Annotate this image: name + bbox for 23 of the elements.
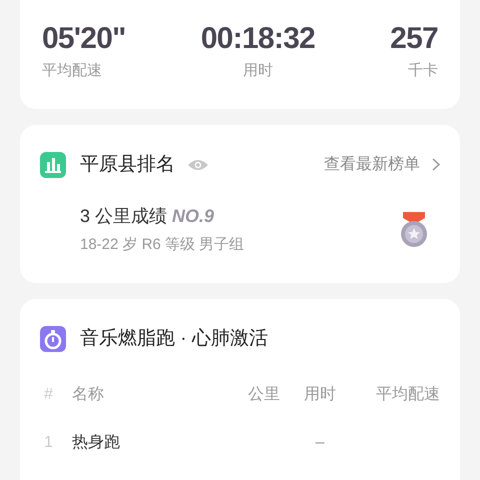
chevron-right-icon: [432, 158, 440, 172]
leaderboard-link[interactable]: 查看最新榜单: [324, 152, 440, 177]
result-text: 3 公里成绩 NO.9: [80, 205, 216, 228]
column-header: 名称: [72, 386, 104, 403]
column-header: #: [44, 386, 53, 403]
group-text: 18-22 岁 R6 等级 男子组: [80, 235, 246, 255]
bar-chart-icon: [40, 152, 66, 178]
column-header: 公里: [248, 386, 280, 403]
eye-icon[interactable]: [187, 158, 209, 172]
segment-name: 热身跑: [72, 434, 120, 451]
stat-label: 平均配速: [42, 61, 102, 81]
stat-value: 00:18:32: [200, 22, 315, 56]
stat-label: 千卡: [408, 61, 438, 81]
column-header: 平均配速: [376, 386, 440, 403]
stopwatch-icon: [40, 326, 66, 352]
stat-label: 用时: [242, 61, 273, 81]
ranking-title: 平原县排名: [80, 152, 175, 176]
time-cell: –: [316, 434, 324, 451]
medal-icon: [400, 212, 428, 248]
stat-value: 05'20": [42, 22, 126, 56]
workout-title: 音乐燃脂跑 · 心肺激活: [80, 326, 268, 350]
column-header: 用时: [304, 386, 336, 403]
stat-value: 257: [390, 22, 438, 56]
